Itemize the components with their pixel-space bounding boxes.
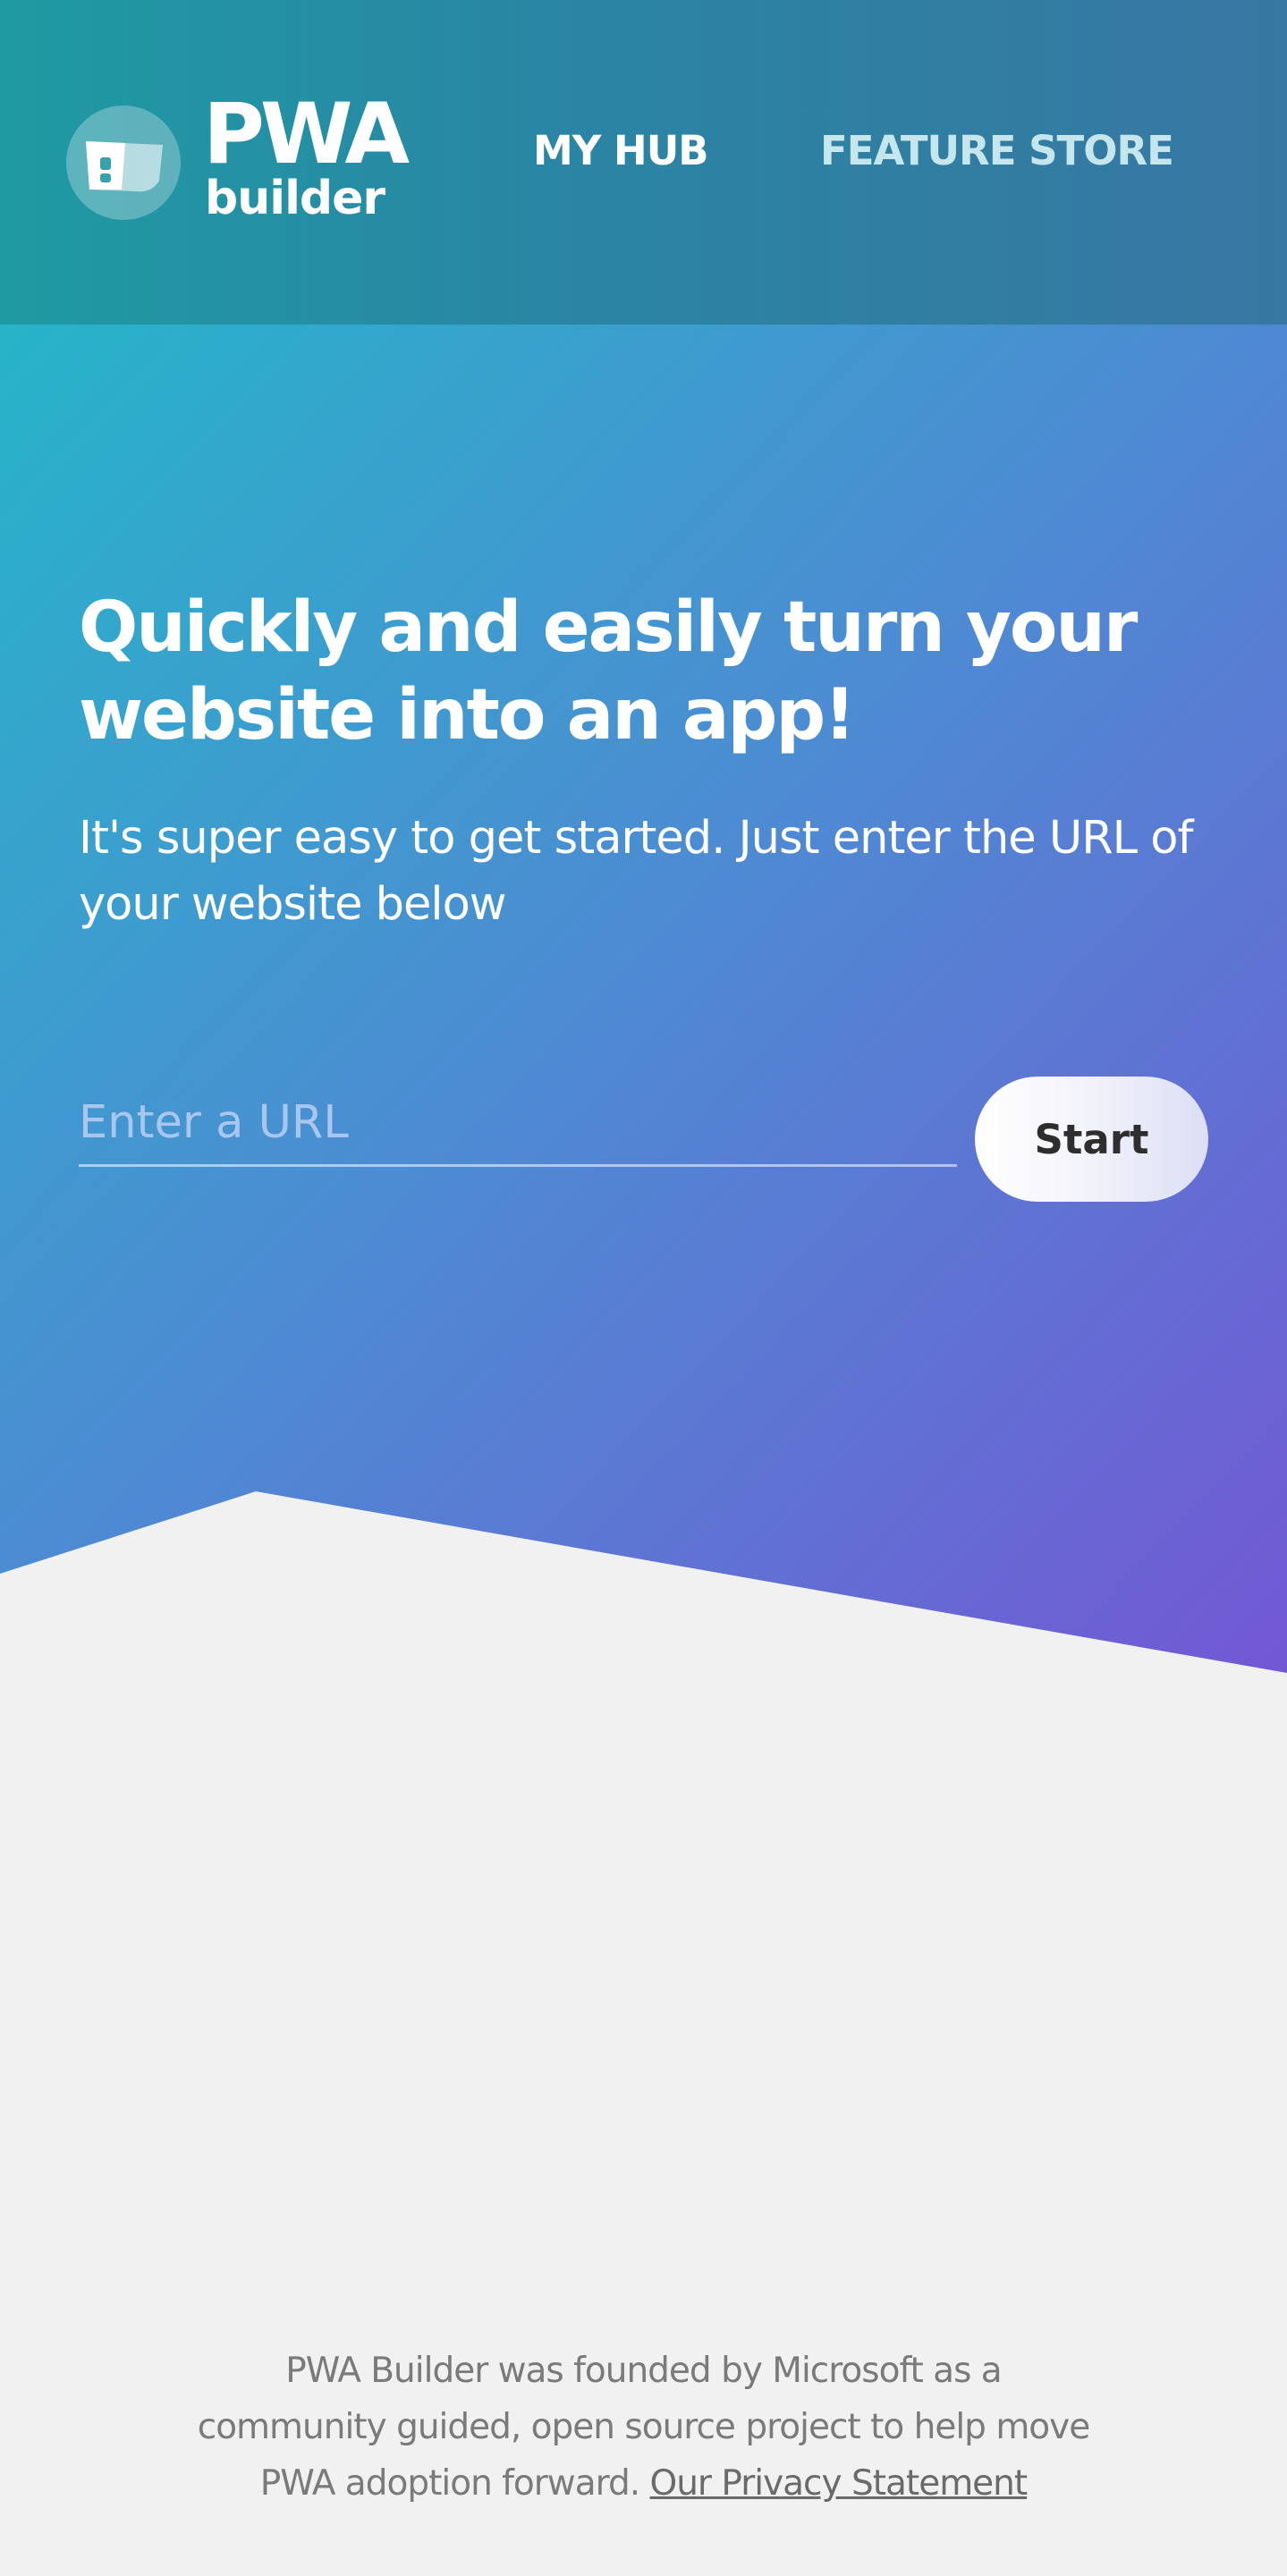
url-input[interactable] xyxy=(79,1081,957,1167)
site-header: PWA builder MY HUB FEATURE STORE xyxy=(0,0,1287,325)
nav-my-hub[interactable]: MY HUB xyxy=(533,127,709,175)
logo-wordmark-builder: builder xyxy=(205,172,385,225)
hero-subtitle: It's super easy to get started. Just ent… xyxy=(79,812,1193,931)
hero-title: Quickly and easily turn your website int… xyxy=(79,587,1138,756)
nav-feature-store[interactable]: FEATURE STORE xyxy=(820,127,1174,175)
hero-section: Quickly and easily turn your website int… xyxy=(0,325,1287,1675)
privacy-statement-link[interactable]: Our Privacy Statement xyxy=(650,2463,1029,2504)
pwa-builder-logo[interactable]: PWA builder xyxy=(66,93,410,227)
footer-text-block: PWA Builder was founded by Microsoft as … xyxy=(188,2343,1100,2512)
start-button[interactable]: Start xyxy=(975,1077,1208,1202)
pwa-builder-logo-icon xyxy=(66,106,181,220)
site-footer: PWA Builder was founded by Microsoft as … xyxy=(0,2343,1287,2512)
logo-wordmark-pwa: PWA xyxy=(203,86,410,183)
